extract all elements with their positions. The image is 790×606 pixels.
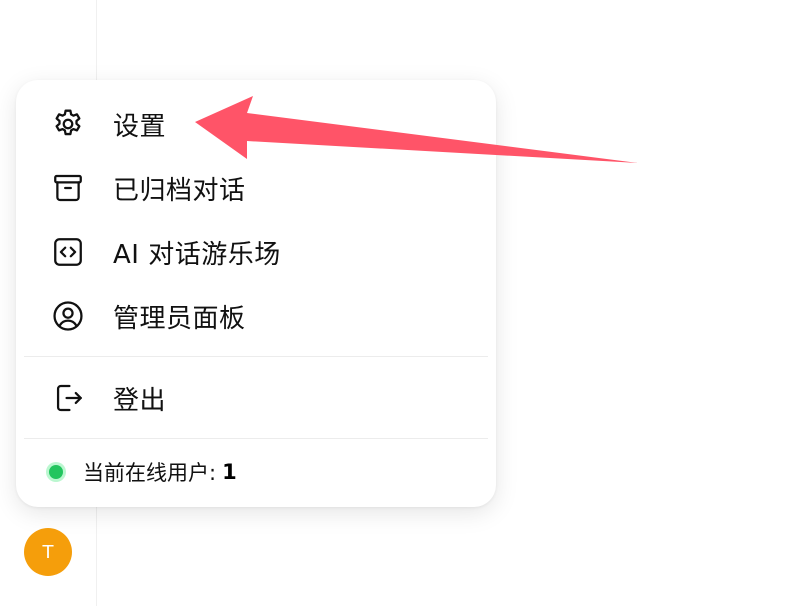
logout-label: 登出: [113, 385, 167, 416]
online-users-status: 当前在线用户: 1: [44, 454, 237, 490]
online-users-count: 1: [222, 460, 237, 484]
menu-item-settings[interactable]: 设置: [40, 96, 480, 152]
avatar-initial: T: [42, 541, 54, 563]
code-icon: [50, 234, 86, 270]
menu-item-playground[interactable]: AI 对话游乐场: [40, 224, 480, 280]
online-status-dot: [49, 465, 63, 479]
menu-item-settings-label: 设置: [113, 111, 167, 142]
menu-divider: [24, 356, 488, 357]
menu-divider: [24, 438, 488, 439]
logout-icon: [50, 380, 86, 416]
app-screen: 设置 已归档对话 AI 对话游乐场 管理员面板 登出 当前在线用户: 1 T: [0, 0, 790, 606]
gear-icon: [50, 106, 86, 142]
menu-item-playground-label: AI 对话游乐场: [113, 239, 281, 270]
menu-item-admin-panel[interactable]: 管理员面板: [40, 288, 480, 344]
user-circle-icon: [50, 298, 86, 334]
online-users-label: 当前在线用户:: [83, 461, 217, 485]
menu-item-archived-chats-label: 已归档对话: [113, 175, 246, 206]
user-avatar[interactable]: T: [24, 528, 72, 576]
logout-button[interactable]: 登出: [40, 370, 480, 426]
user-menu: 设置 已归档对话 AI 对话游乐场 管理员面板 登出 当前在线用户: 1: [16, 80, 496, 507]
menu-item-archived-chats[interactable]: 已归档对话: [40, 160, 480, 216]
menu-item-admin-panel-label: 管理员面板: [113, 303, 246, 334]
archive-icon: [50, 170, 86, 206]
